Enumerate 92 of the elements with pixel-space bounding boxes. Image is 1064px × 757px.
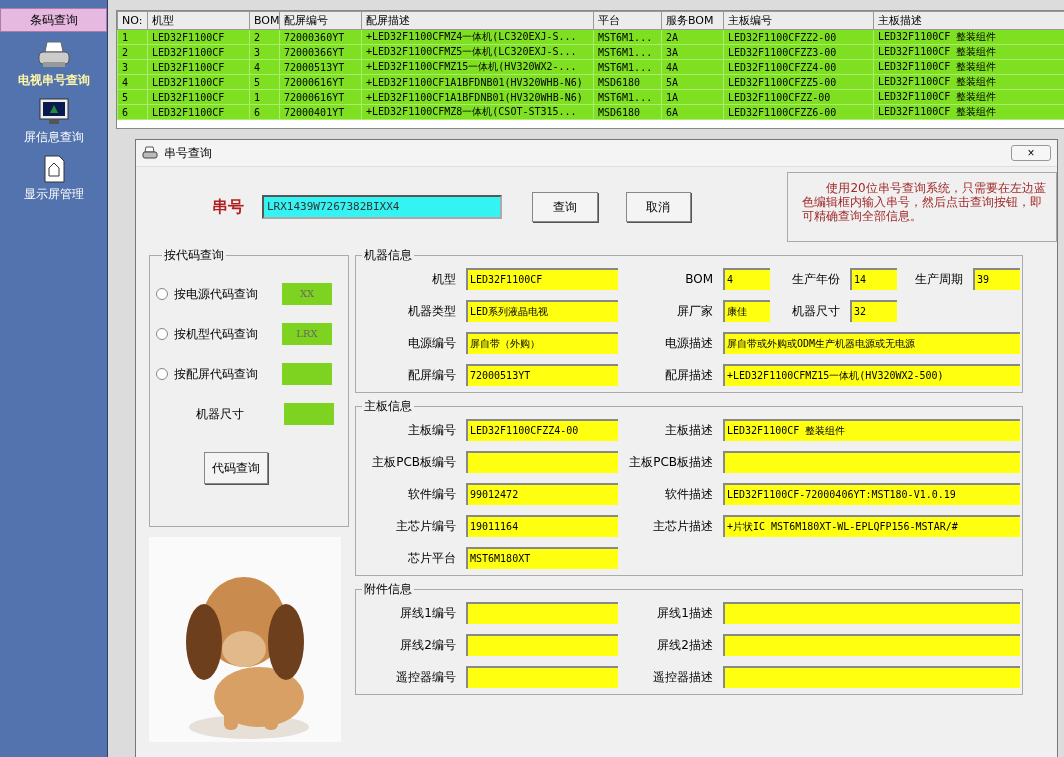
field-label: 生产周期: [914, 270, 963, 288]
field-label: 屏线1编号: [399, 604, 456, 622]
sidebar-item[interactable]: 电视串号查询: [17, 40, 90, 89]
field-label: 配屏编号: [407, 366, 456, 384]
field-label: BOM: [684, 272, 713, 286]
sidebar-item[interactable]: 显示屏管理: [23, 154, 84, 203]
input-field[interactable]: 14: [850, 268, 897, 290]
radio-label[interactable]: 按配屏代码查询: [174, 365, 274, 383]
input-field[interactable]: 32: [850, 300, 897, 322]
sidebar-label: 屏信息查询: [23, 129, 84, 146]
radio-button[interactable]: [156, 328, 168, 340]
serial-input-field[interactable]: LRX1439W7267382BIXX4: [262, 195, 502, 219]
input-field[interactable]: LED32F1100CF 整装组件: [723, 419, 1020, 441]
field-label: 遥控器编号: [395, 668, 456, 686]
field-label: 主板PCB板描述: [628, 453, 713, 471]
input-field[interactable]: MST6M180XT: [466, 547, 618, 569]
field-label: 软件编号: [407, 485, 456, 503]
field-label: 屏线1描述: [656, 604, 713, 622]
input-field[interactable]: [723, 634, 1020, 656]
field-label: 电源编号: [407, 334, 456, 352]
section-legend: 主板信息: [362, 398, 414, 415]
input-field[interactable]: [466, 634, 618, 656]
section-legend: 机器信息: [362, 247, 414, 264]
input-field[interactable]: 39: [973, 268, 1020, 290]
section-legend: 附件信息: [362, 581, 414, 598]
input-field[interactable]: LED32F1100CF-72000406YT:MST180-V1.0.19: [723, 483, 1020, 505]
field-label: 生产年份: [791, 270, 840, 288]
input-field[interactable]: 19011164: [466, 515, 618, 537]
monitor-icon: [36, 97, 71, 127]
field-label: 机器类型: [407, 302, 456, 320]
sidebar-item[interactable]: 屏信息查询: [23, 97, 84, 146]
column-header[interactable]: NO:: [117, 11, 148, 30]
field-label: 屏线2描述: [656, 636, 713, 654]
column-header[interactable]: 配屏描述: [361, 11, 594, 30]
input-field[interactable]: 屏自带（外购）: [466, 332, 618, 354]
input-field[interactable]: LED32F1100CFZZ4-00: [466, 419, 618, 441]
field-label: 电源描述: [664, 334, 713, 352]
field-label: 主板描述: [664, 421, 713, 439]
field-label: 遥控器描述: [652, 668, 713, 686]
field-label: 软件描述: [664, 485, 713, 503]
dialog-button[interactable]: 查询: [531, 192, 598, 222]
input-field[interactable]: [723, 666, 1020, 688]
field-label: 主芯片描述: [652, 517, 713, 535]
field-label: 机型: [431, 270, 456, 288]
sidebar-label: 显示屏管理: [23, 186, 84, 203]
column-header[interactable]: 服务BOM: [661, 11, 724, 30]
input-field[interactable]: [466, 602, 618, 624]
serial-label: 串号: [212, 196, 244, 218]
input-field[interactable]: 屏自带或外购或ODM生产机器电源或无电源: [723, 332, 1020, 354]
radio-button[interactable]: [156, 368, 168, 380]
field-label: 机器尺寸: [791, 302, 840, 320]
code-query-button[interactable]: 代码查询: [204, 452, 268, 484]
column-header[interactable]: 平台: [593, 11, 662, 30]
size-field[interactable]: [284, 403, 334, 425]
input-field[interactable]: 72000513YT: [466, 364, 618, 386]
field-label: 主板PCB板编号: [371, 453, 456, 471]
input-field[interactable]: LED32F1100CF: [466, 268, 618, 290]
code-field[interactable]: [282, 363, 332, 385]
field-label: 主芯片编号: [395, 517, 456, 535]
field-label: 屏厂家: [676, 302, 713, 320]
panel-legend: 按代码查询: [162, 247, 226, 264]
instruction-note: 使用20位串号查询系统，只需要在左边蓝色编辑框内输入串号，然后点击查询按钮，即可精确查询全部信息。: [787, 172, 1057, 242]
column-header[interactable]: BOM: [249, 11, 280, 30]
field-label: 屏线2编号: [399, 636, 456, 654]
radio-label[interactable]: 按机型代码查询: [174, 325, 274, 343]
column-header[interactable]: 配屏编号: [279, 11, 362, 30]
input-field[interactable]: [723, 451, 1020, 473]
sidebar-header[interactable]: 条码查询: [0, 8, 107, 32]
input-field[interactable]: +LED32F1100CFMZ15一体机(HV320WX2-500): [723, 364, 1020, 386]
column-header[interactable]: 机型: [147, 11, 250, 30]
close-button[interactable]: ×: [1011, 145, 1051, 161]
input-field[interactable]: 4: [723, 268, 770, 290]
input-field[interactable]: [723, 602, 1020, 624]
window-title: 串号查询: [164, 144, 212, 162]
field-label: 机器尺寸: [196, 405, 245, 423]
dialog-button[interactable]: 取消: [625, 192, 692, 222]
field-label: 主板编号: [407, 421, 456, 439]
sidebar-label: 电视串号查询: [17, 72, 90, 89]
input-field[interactable]: LED系列液晶电视: [466, 300, 618, 322]
radio-button[interactable]: [156, 288, 168, 300]
input-field[interactable]: [466, 666, 618, 688]
field-label: 配屏描述: [664, 366, 713, 384]
input-field[interactable]: 康佳: [723, 300, 770, 322]
printer-icon: [36, 40, 71, 70]
field-label: 芯片平台: [407, 549, 456, 567]
column-header[interactable]: 主板描述: [873, 11, 1064, 30]
input-field[interactable]: [466, 451, 618, 473]
input-field[interactable]: 99012472: [466, 483, 618, 505]
printer-icon: [142, 146, 158, 160]
input-field[interactable]: +片状IC MST6M180XT-WL-EPLQFP156-MSTAR/#: [723, 515, 1020, 537]
column-header[interactable]: 主板编号: [723, 11, 874, 30]
radio-label[interactable]: 按电源代码查询: [174, 285, 274, 303]
